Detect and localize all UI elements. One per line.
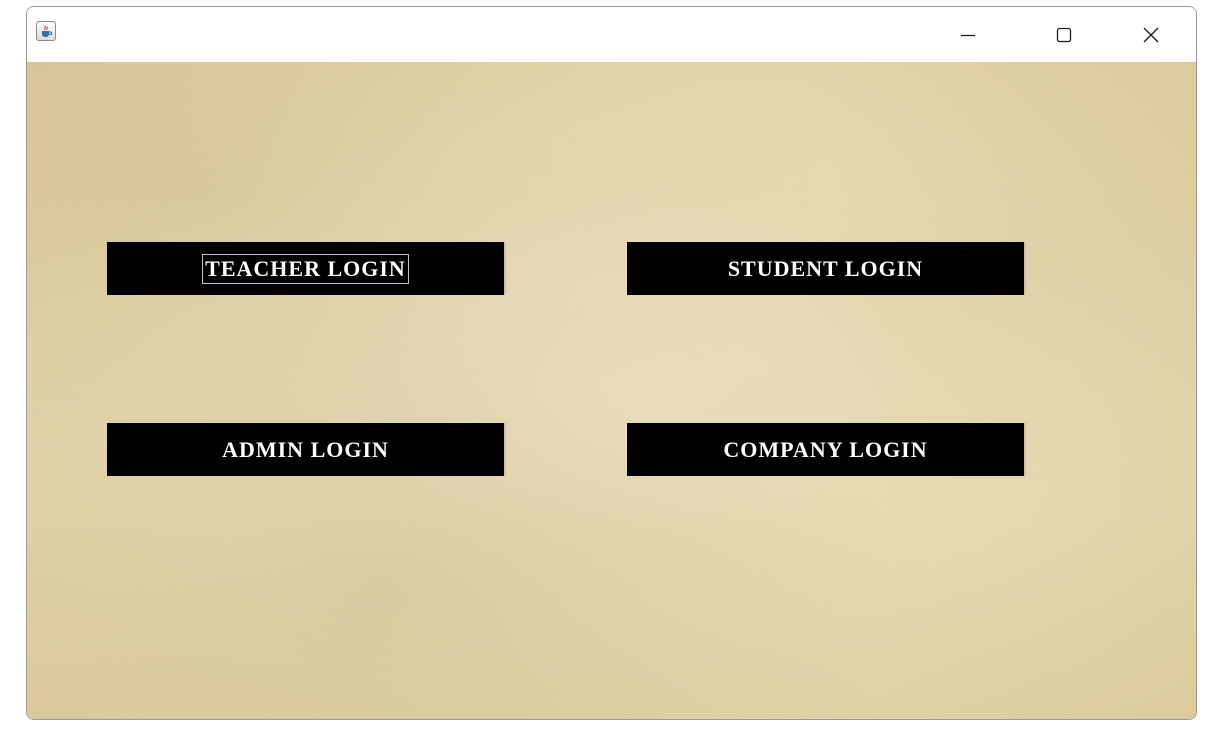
teacher-login-label: TEACHER LOGIN bbox=[202, 253, 409, 284]
admin-login-button[interactable]: ADMIN LOGIN bbox=[107, 423, 506, 476]
maximize-icon bbox=[1056, 27, 1072, 42]
parchment-background: TEACHER LOGIN STUDENT LOGIN ADMIN LOGIN … bbox=[27, 62, 1196, 719]
close-icon bbox=[1143, 27, 1159, 42]
title-bar[interactable] bbox=[27, 7, 1196, 62]
minimize-icon bbox=[961, 34, 975, 36]
app-window: TEACHER LOGIN STUDENT LOGIN ADMIN LOGIN … bbox=[26, 6, 1197, 720]
close-button[interactable] bbox=[1122, 7, 1180, 62]
student-login-label: STUDENT LOGIN bbox=[727, 255, 924, 281]
teacher-login-button[interactable]: TEACHER LOGIN bbox=[107, 242, 506, 295]
java-cup-icon[interactable] bbox=[36, 21, 56, 41]
company-login-button[interactable]: COMPANY LOGIN bbox=[627, 423, 1026, 476]
minimize-button[interactable] bbox=[939, 7, 997, 62]
maximize-button[interactable] bbox=[1035, 7, 1093, 62]
student-login-button[interactable]: STUDENT LOGIN bbox=[627, 242, 1026, 295]
company-login-label: COMPANY LOGIN bbox=[723, 436, 928, 462]
admin-login-label: ADMIN LOGIN bbox=[222, 436, 389, 462]
